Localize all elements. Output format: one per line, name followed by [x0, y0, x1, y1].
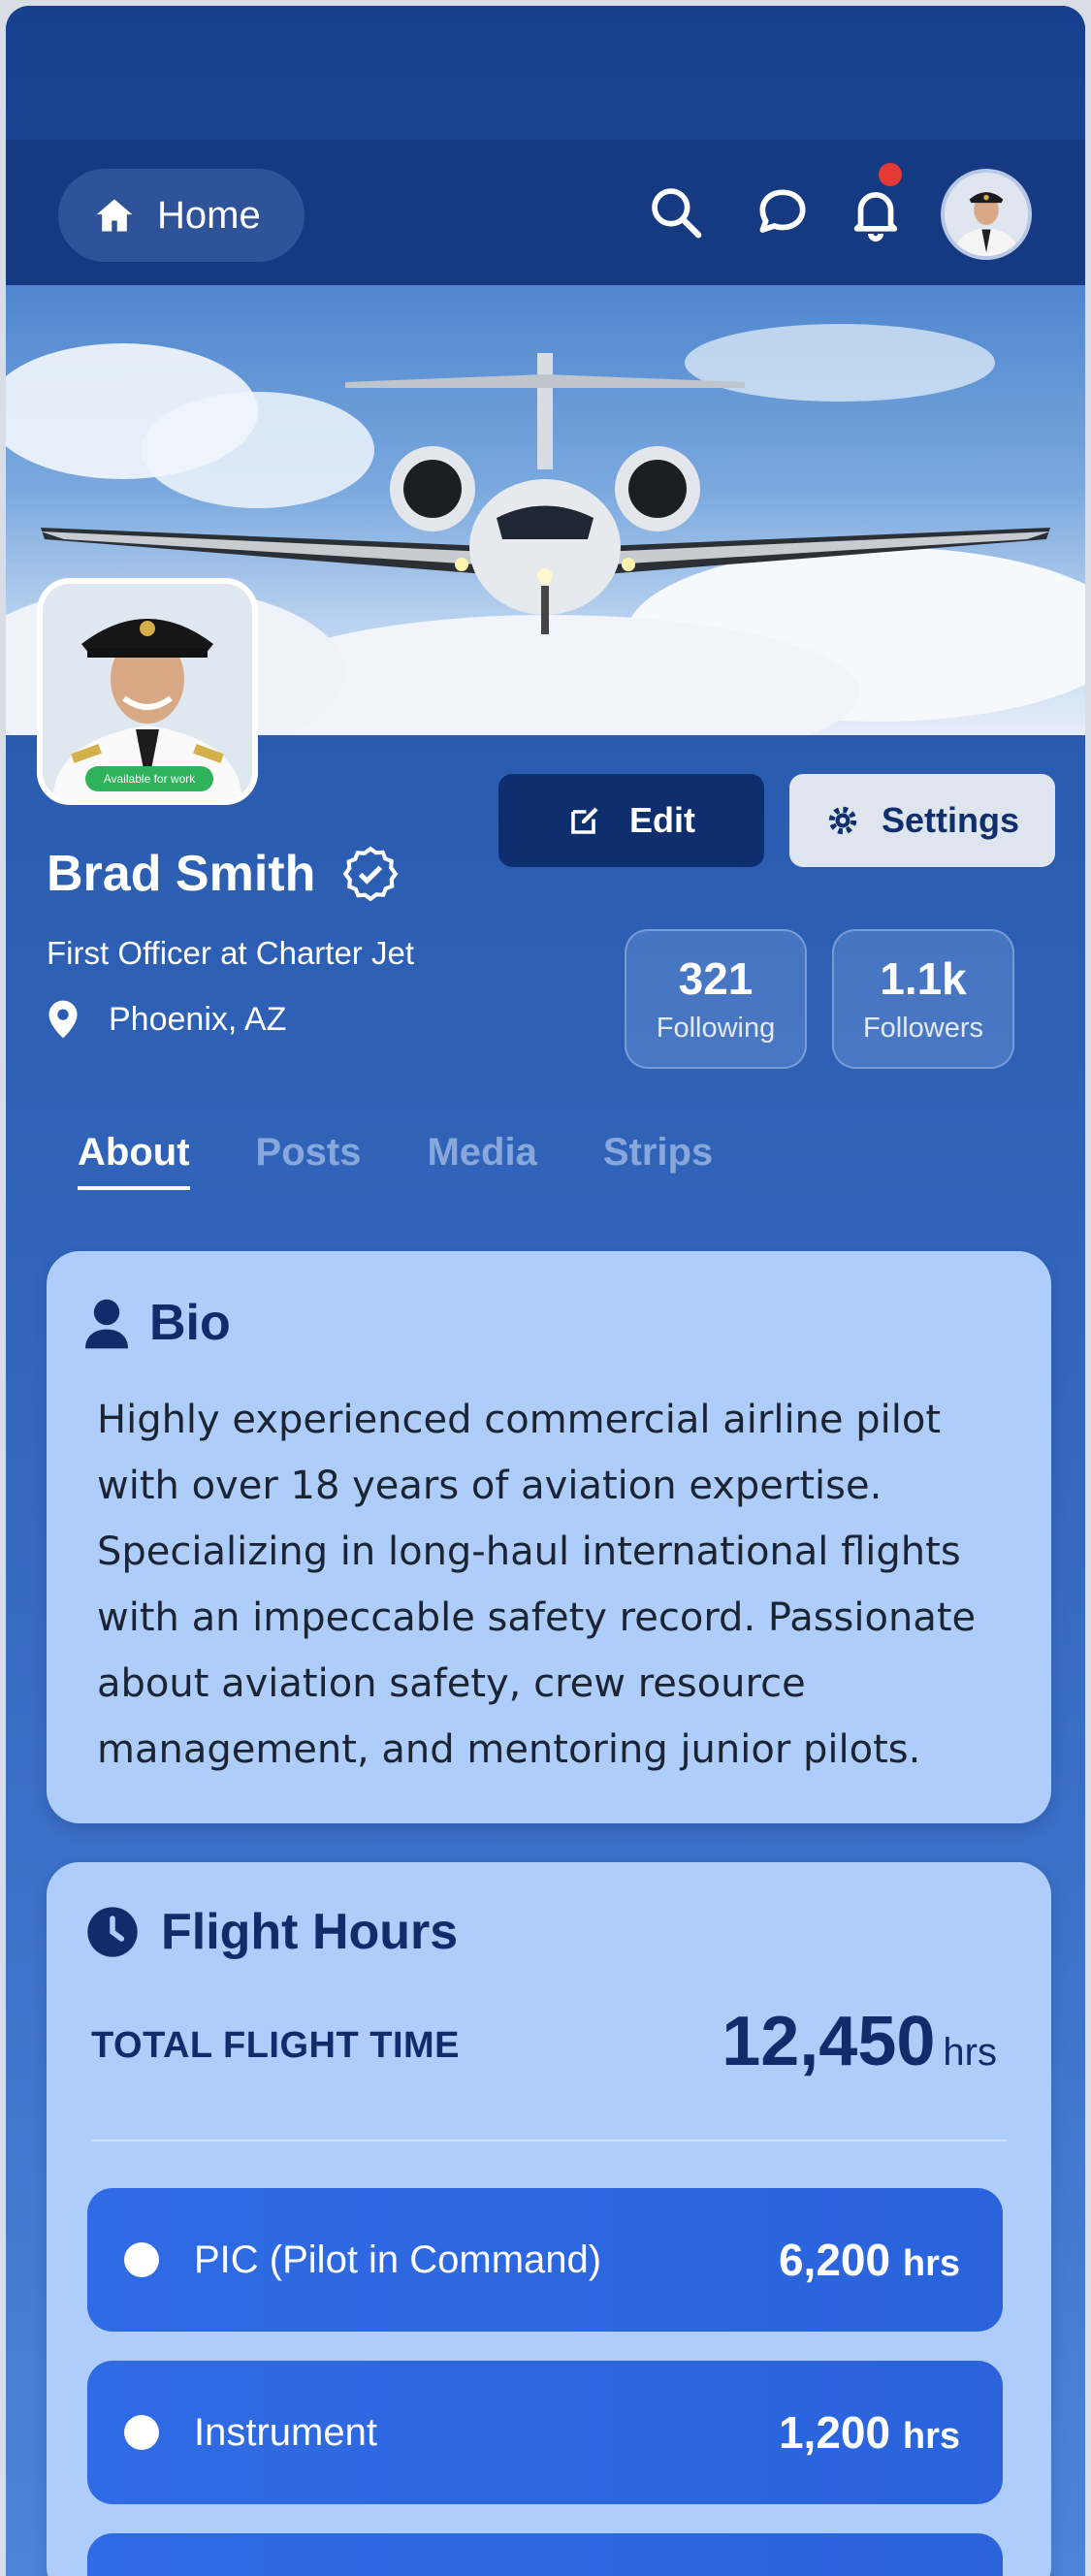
- flight-hours-title: Flight Hours: [85, 1903, 458, 1961]
- location-pin-icon: [48, 1000, 78, 1039]
- hours-row-partial[interactable]: [87, 2533, 1003, 2576]
- availability-badge: Available for work: [85, 766, 213, 791]
- divider: [91, 2140, 1007, 2141]
- stat-label: Followers: [862, 1013, 984, 1044]
- profile-tabs: About Posts Media Strips: [78, 1131, 713, 1190]
- stat-followers[interactable]: 1.1k Followers: [832, 929, 1014, 1069]
- clock-icon: [87, 1907, 138, 1957]
- tab-media[interactable]: Media: [427, 1131, 536, 1190]
- profile-location: Phoenix, AZ: [47, 999, 286, 1040]
- user-icon: [85, 1299, 128, 1349]
- location-text: Phoenix, AZ: [109, 1000, 287, 1038]
- avatar[interactable]: [941, 169, 1032, 260]
- stat-label: Following: [656, 1013, 776, 1044]
- home-button[interactable]: Home: [58, 169, 305, 262]
- gear-icon: [828, 806, 857, 835]
- profile-photo[interactable]: Available for work: [37, 578, 258, 805]
- edit-label: Edit: [629, 800, 695, 840]
- bio-title-text: Bio: [149, 1295, 231, 1351]
- total-unit: hrs: [943, 2031, 997, 2074]
- total-flight-time-value: 12,450 hrs: [722, 2002, 997, 2081]
- flight-hours-title-text: Flight Hours: [161, 1904, 459, 1960]
- tab-about[interactable]: About: [78, 1131, 190, 1190]
- bell-icon[interactable]: [846, 182, 906, 242]
- app-frame: Home Available for work Edit Settings Br…: [6, 6, 1085, 2576]
- bio-text: Highly experienced commercial airline pi…: [97, 1398, 977, 1772]
- profile-name-text: Brad Smith: [47, 846, 316, 902]
- settings-button[interactable]: Settings: [789, 774, 1055, 867]
- bio-card: Bio Highly experienced commercial airlin…: [47, 1251, 1051, 1823]
- edit-icon: [571, 807, 598, 834]
- total-value: 12,450: [722, 2003, 936, 2080]
- stat-following[interactable]: 321 Following: [625, 929, 807, 1069]
- hours-row-instrument[interactable]: Instrument 1,200 hrs: [87, 2361, 1003, 2504]
- status-area: [6, 6, 1085, 140]
- tab-posts[interactable]: Posts: [256, 1131, 362, 1190]
- home-icon: [96, 199, 133, 232]
- profile-name: Brad Smith: [47, 844, 401, 904]
- hours-row-value: 6,200 hrs: [778, 2235, 960, 2285]
- bullet-icon: [124, 2242, 159, 2277]
- hours-row-pic[interactable]: PIC (Pilot in Command) 6,200 hrs: [87, 2188, 1003, 2332]
- hours-row-label: Instrument: [194, 2410, 377, 2454]
- bio-title: Bio: [85, 1294, 231, 1352]
- tab-strips[interactable]: Strips: [603, 1131, 713, 1190]
- total-flight-time-label: TOTAL FLIGHT TIME: [91, 2025, 461, 2066]
- top-nav-bar: Home: [6, 140, 1085, 285]
- chat-icon[interactable]: [753, 182, 813, 242]
- flight-hours-card: Flight Hours TOTAL FLIGHT TIME 12,450 hr…: [47, 1862, 1051, 2576]
- verified-icon: [342, 846, 399, 902]
- stat-value: 1.1k: [880, 953, 967, 1004]
- home-label: Home: [157, 193, 261, 237]
- search-icon[interactable]: [646, 182, 706, 242]
- hours-row-label: PIC (Pilot in Command): [194, 2238, 602, 2281]
- hours-row-value: 1,200 hrs: [778, 2407, 960, 2458]
- edit-button[interactable]: Edit: [498, 774, 764, 867]
- stat-value: 321: [678, 953, 754, 1004]
- bullet-icon: [124, 2415, 159, 2450]
- settings-label: Settings: [881, 800, 1019, 840]
- notification-dot: [879, 163, 902, 186]
- profile-role: First Officer at Charter Jet: [47, 935, 414, 971]
